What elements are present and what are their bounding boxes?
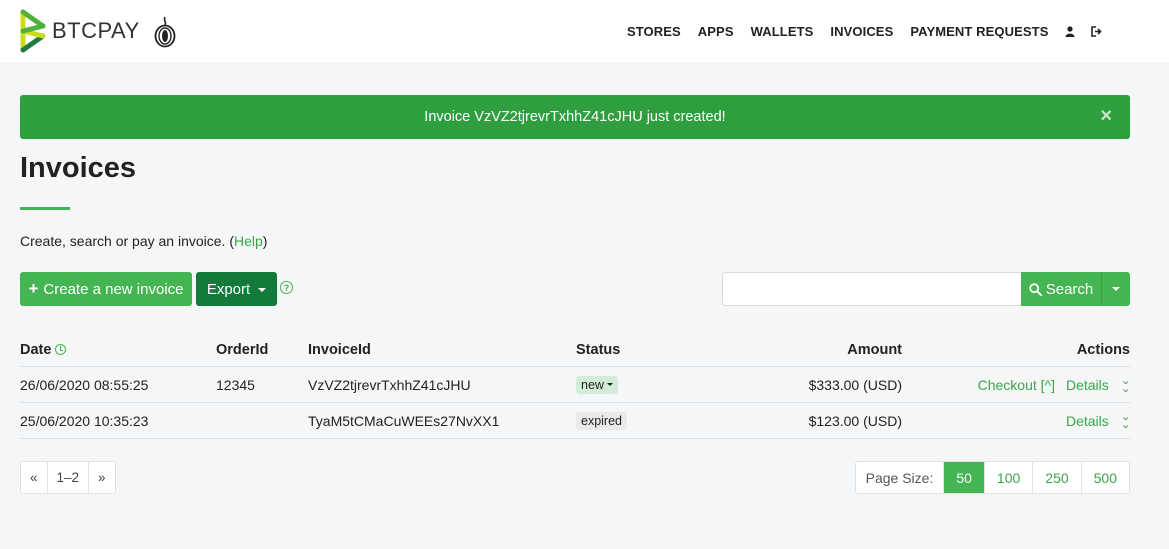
header-date-label: Date <box>20 342 52 358</box>
double-chevron-down-icon[interactable]: ⌄ ⌄ <box>1120 411 1130 430</box>
page-size-selector: Page Size: 50 100 250 500 <box>854 461 1130 494</box>
status-badge-new[interactable]: new <box>576 375 618 394</box>
nav-wallets[interactable]: WALLETS <box>742 24 822 39</box>
row-order-id: 12345 <box>216 376 255 393</box>
nav-payment-requests[interactable]: PAYMENT REQUESTS <box>902 24 1057 39</box>
help-link[interactable]: Help <box>234 233 263 249</box>
top-navbar: BTCPAY STORES APPS WALLETS INVOICES PAYM… <box>0 0 1169 62</box>
intro-text-start: Create, search or pay an invoice. ( <box>20 233 234 249</box>
caret-down-icon <box>258 288 267 292</box>
row-date: 26/06/2020 08:55:25 <box>20 376 149 393</box>
export-dropdown-button[interactable]: Export <box>196 272 277 306</box>
logout-icon[interactable] <box>1083 25 1111 37</box>
row-actions: Details ⌄ ⌄ <box>1066 411 1130 430</box>
page-size-option-50[interactable]: 50 <box>944 462 985 493</box>
table-row: 26/06/2020 08:55:25 12345 VzVZ2tjrevrTxh… <box>20 367 1130 403</box>
page-size-label: Page Size: <box>856 462 945 493</box>
details-link[interactable]: Details <box>1066 377 1109 393</box>
btcpay-logo-icon <box>20 9 46 53</box>
header-amount: Amount <box>847 342 902 358</box>
page-size-option-250[interactable]: 250 <box>1033 462 1082 493</box>
plus-icon: + <box>28 279 39 298</box>
brand[interactable]: BTCPAY <box>20 9 176 53</box>
page-title: Invoices <box>20 152 137 184</box>
pager-prev[interactable]: « <box>21 462 48 493</box>
table-row: 25/06/2020 10:35:23 TyaM5tCMaCuWEEs27NvX… <box>20 403 1130 439</box>
search-icon <box>1029 282 1042 296</box>
status-badge-expired: expired <box>576 411 627 430</box>
export-label: Export <box>206 280 251 298</box>
intro-text: Create, search or pay an invoice. (Help) <box>20 233 267 249</box>
caret-down-icon <box>606 383 613 386</box>
pager-next[interactable]: » <box>89 462 115 493</box>
invoices-table: Date OrderId InvoiceId Status Amount Act… <box>20 334 1130 439</box>
caret-down-icon <box>1112 287 1120 291</box>
header-order-id: OrderId <box>216 342 269 358</box>
clock-icon[interactable] <box>55 344 67 355</box>
search-options-toggle[interactable] <box>1101 272 1130 306</box>
row-invoice-id: VzVZ2tjrevrTxhhZ41cJHU <box>308 376 471 393</box>
row-status: new <box>576 375 618 394</box>
create-invoice-label: Create a new invoice <box>43 280 184 298</box>
header-date[interactable]: Date <box>20 342 67 358</box>
pager-range[interactable]: 1–2 <box>48 462 90 493</box>
brand-text: BTCPAY <box>52 18 140 43</box>
search-button[interactable]: Search <box>1021 272 1101 306</box>
row-date: 25/06/2020 10:35:23 <box>20 412 149 429</box>
title-underline <box>20 207 70 210</box>
nav-invoices[interactable]: INVOICES <box>822 24 902 39</box>
row-amount: $333.00 (USD) <box>808 376 902 393</box>
page-size-option-500[interactable]: 500 <box>1082 462 1129 493</box>
alert-message: Invoice VzVZ2tjrevrTxhhZ41cJHU just crea… <box>424 109 726 125</box>
success-alert: Invoice VzVZ2tjrevrTxhhZ41cJHU just crea… <box>20 95 1130 139</box>
nav-stores[interactable]: STORES <box>618 24 689 39</box>
row-status: expired <box>576 411 627 430</box>
user-icon[interactable] <box>1057 25 1083 37</box>
tor-onion-icon <box>154 16 176 48</box>
double-chevron-down-icon[interactable]: ⌄ ⌄ <box>1120 375 1130 394</box>
details-link[interactable]: Details <box>1066 413 1109 429</box>
row-actions: Checkout [^] Details ⌄ ⌄ <box>978 375 1131 394</box>
header-actions: Actions <box>1076 342 1130 358</box>
page-size-option-100[interactable]: 100 <box>985 462 1034 493</box>
nav-apps[interactable]: APPS <box>689 24 742 39</box>
status-text: new <box>581 377 604 392</box>
create-invoice-button[interactable]: + Create a new invoice <box>20 272 192 306</box>
search-label: Search <box>1045 280 1094 298</box>
row-amount: $123.00 (USD) <box>808 412 902 429</box>
close-icon[interactable]: × <box>1100 106 1112 126</box>
header-invoice-id: InvoiceId <box>308 342 371 358</box>
search-input[interactable] <box>722 272 1022 306</box>
intro-text-end: ) <box>262 233 268 249</box>
table-header-row: Date OrderId InvoiceId Status Amount Act… <box>20 334 1130 367</box>
question-circle-icon[interactable]: ? <box>280 281 293 294</box>
nav-links: STORES APPS WALLETS INVOICES PAYMENT REQ… <box>618 24 1111 39</box>
pagination: « 1–2 » <box>20 461 116 494</box>
row-invoice-id: TyaM5tCMaCuWEEs27NvXX1 <box>308 412 500 429</box>
header-status: Status <box>576 342 621 358</box>
checkout-link[interactable]: Checkout [^] <box>978 377 1055 393</box>
